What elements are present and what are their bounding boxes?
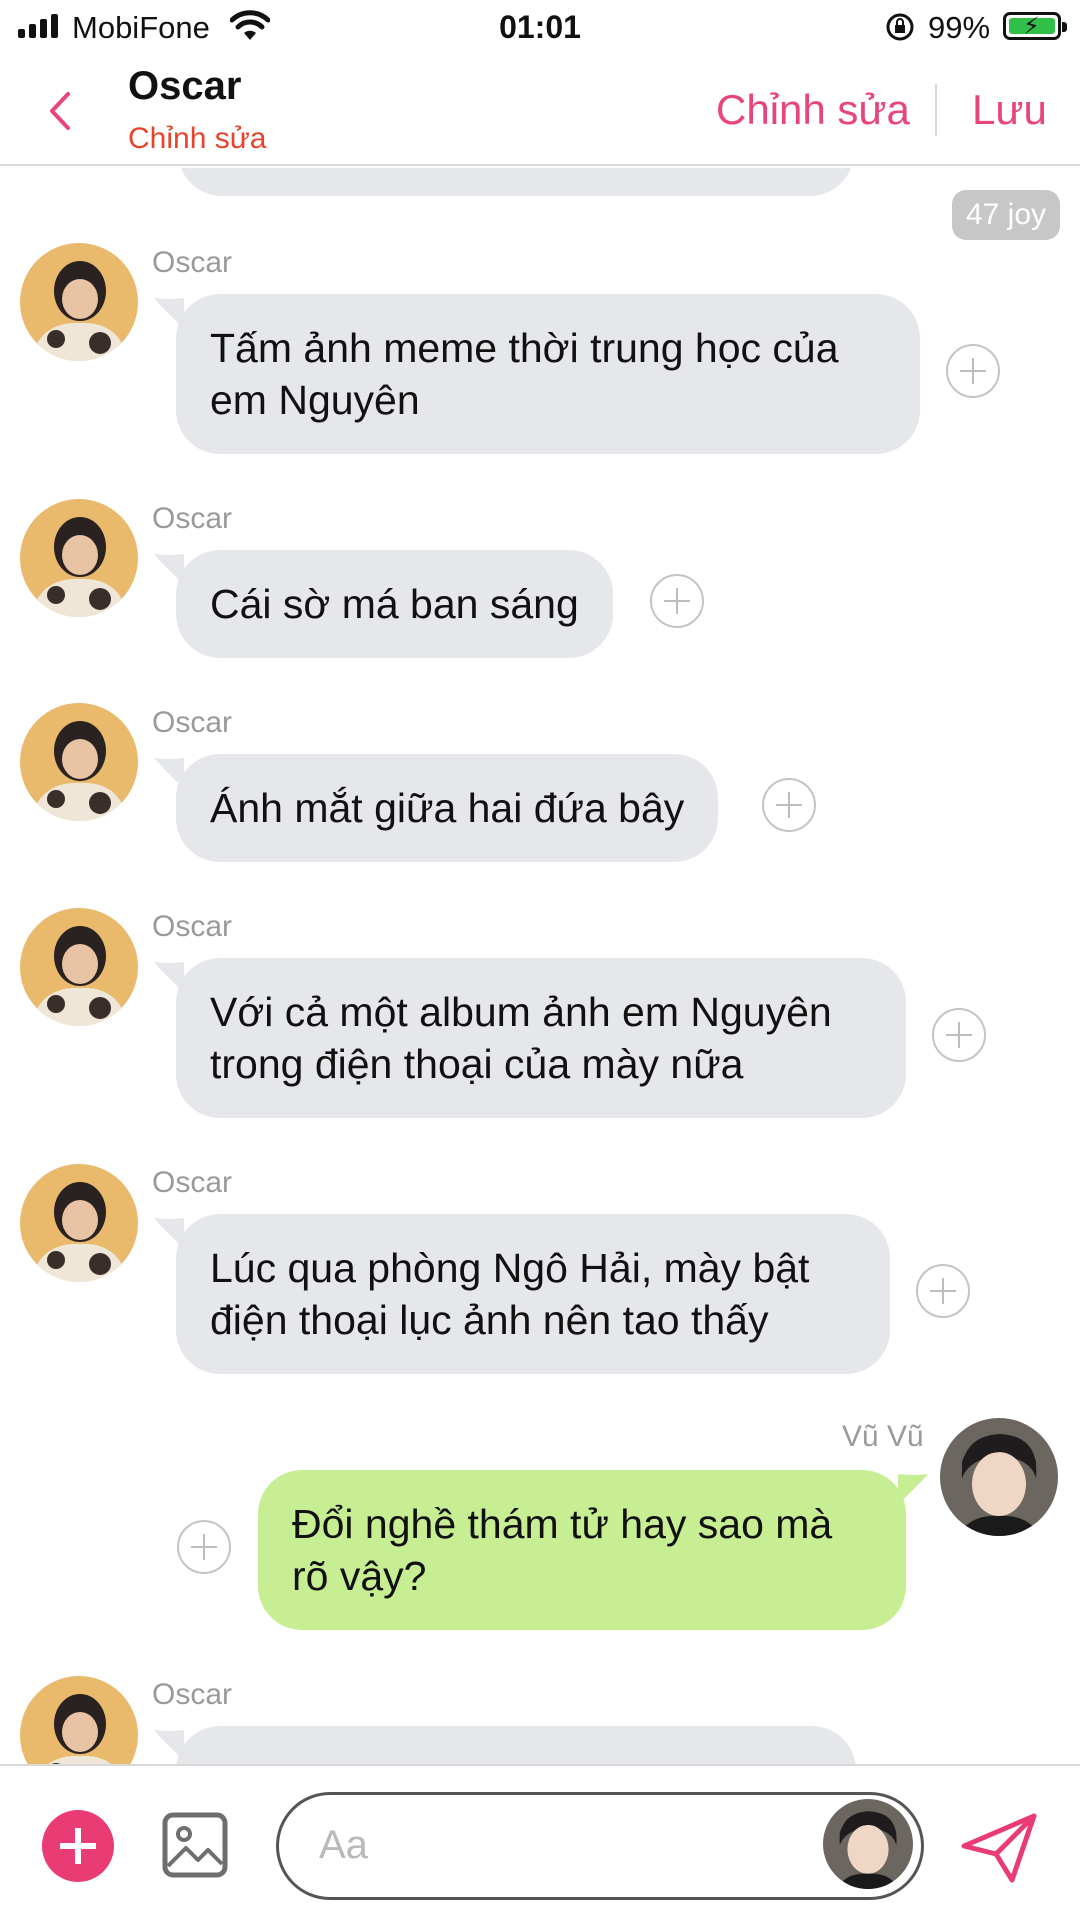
battery-percent: 99% [928, 10, 991, 45]
add-reaction-icon[interactable] [916, 1264, 970, 1318]
status-bar: MobiFone 01:01 99% ⚡ [0, 0, 1080, 56]
page-subtitle[interactable]: Chỉnh sửa [128, 122, 267, 156]
bubble-tail [154, 1730, 184, 1760]
avatar[interactable] [20, 703, 138, 821]
message-bubble-cut [178, 168, 854, 196]
avatar[interactable] [20, 1676, 138, 1764]
clock: 01:01 [499, 9, 581, 45]
add-reaction-icon[interactable] [946, 344, 1000, 398]
add-reaction-icon[interactable] [177, 1520, 231, 1574]
message-bubble[interactable]: Đổi nghề thám tử hay sao mà rõ vậy? [258, 1470, 928, 1630]
avatar[interactable] [20, 1164, 138, 1282]
sender-name: Oscar [152, 246, 233, 279]
message-text: Với cả một album ảnh em Nguyên trong điệ… [210, 989, 832, 1087]
message-text: Ánh mắt giữa hai đứa bây [210, 785, 685, 831]
message-bubble[interactable]: Với cả một album ảnh em Nguyên trong điệ… [154, 958, 906, 1118]
chat-header: Oscar Chỉnh sửa Chỉnh sửa Lưu [0, 56, 1080, 166]
battery-icon: ⚡ [1003, 12, 1067, 40]
avatar[interactable] [823, 1799, 913, 1889]
bubble-tail [154, 554, 184, 584]
message-text: Tấm ảnh meme thời trung học của em Nguyê… [210, 325, 839, 423]
message-text: Lúc qua phòng Ngô Hải, mày bật điện thoạ… [210, 1245, 810, 1343]
add-reaction-icon[interactable] [762, 778, 816, 832]
sender-name: Oscar [152, 910, 233, 943]
image-icon[interactable] [162, 1812, 228, 1878]
message-bubble[interactable]: Lúc qua phòng Ngô Hải, mày bật điện thoạ… [154, 1214, 890, 1374]
add-reaction-icon[interactable] [932, 1008, 986, 1062]
message-list[interactable]: 47 joy Oscar Tấm ảnh meme thời trung học… [0, 168, 1080, 1764]
edit-button[interactable]: Chỉnh sửa [716, 86, 910, 134]
header-divider [935, 84, 937, 136]
bubble-tail [154, 758, 184, 788]
joy-count-badge: 47 joy [952, 190, 1060, 240]
message-bubble[interactable] [154, 1726, 856, 1764]
message-input[interactable]: Aa [276, 1792, 924, 1900]
avatar[interactable] [20, 908, 138, 1026]
sender-name: Oscar [152, 502, 233, 535]
rotation-lock-icon [886, 13, 914, 41]
bubble-tail [154, 298, 184, 328]
message-bubble[interactable]: Ánh mắt giữa hai đứa bây [154, 754, 719, 862]
bubble-tail [154, 962, 184, 992]
sender-name: Oscar [152, 1678, 233, 1711]
bubble-tail [898, 1474, 928, 1504]
composer-bar: Aa [0, 1764, 1080, 1920]
message-text: Cái sờ má ban sáng [210, 581, 579, 627]
avatar[interactable] [20, 243, 138, 361]
message-bubble[interactable]: Cái sờ má ban sáng [154, 550, 613, 658]
avatar[interactable] [940, 1418, 1058, 1536]
sender-name: Vũ Vũ [842, 1420, 924, 1453]
sender-name: Oscar [152, 706, 233, 739]
message-bubble[interactable]: Tấm ảnh meme thời trung học của em Nguyê… [154, 294, 920, 454]
avatar[interactable] [20, 499, 138, 617]
sender-name: Oscar [152, 1166, 233, 1199]
plus-icon[interactable] [42, 1810, 114, 1882]
send-icon[interactable] [960, 1812, 1038, 1884]
add-reaction-icon[interactable] [650, 574, 704, 628]
message-text: Đổi nghề thám tử hay sao mà rõ vậy? [292, 1501, 833, 1599]
bubble-tail [154, 1218, 184, 1248]
page-title: Oscar [128, 64, 242, 108]
save-button[interactable]: Lưu [972, 86, 1047, 134]
chevron-left-icon[interactable] [40, 86, 80, 136]
message-input-placeholder: Aa [319, 1823, 368, 1867]
